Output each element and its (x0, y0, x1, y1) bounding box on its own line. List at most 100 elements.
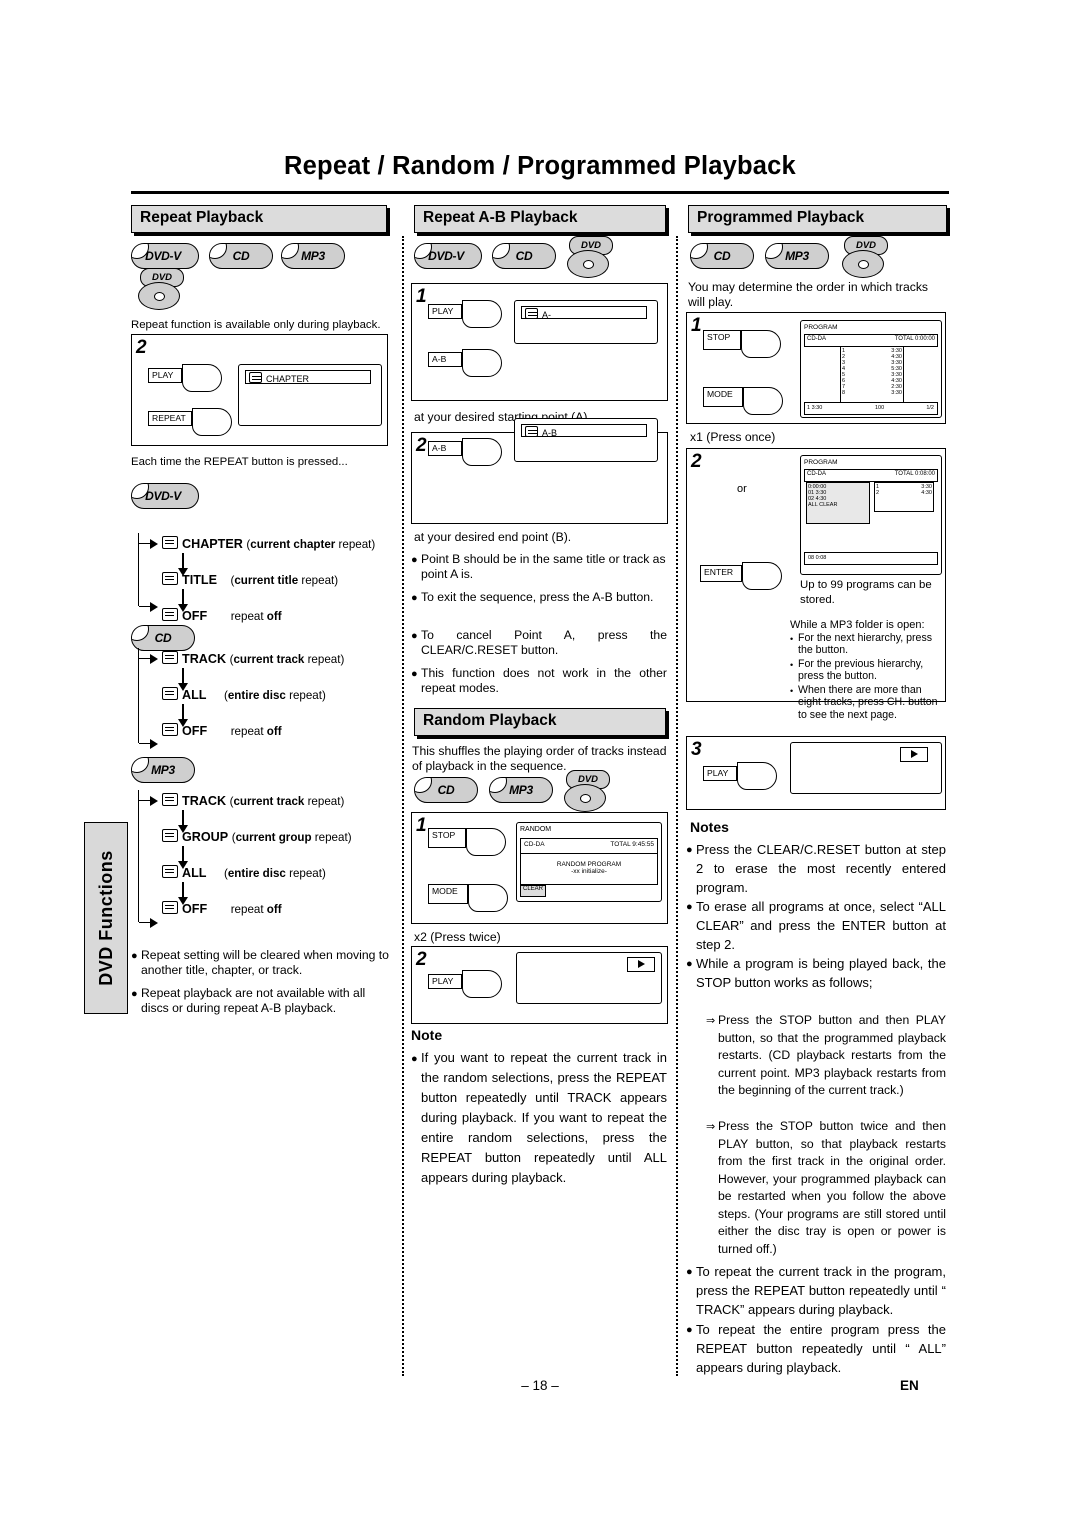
random-disc-cd: CD (414, 777, 478, 803)
key-mode-prog[interactable]: MODE (703, 387, 743, 407)
prog-note-2: ● To erase all programs at once, select “… (686, 899, 946, 952)
repeat-mp3-bracket (138, 790, 158, 928)
prog-disc-mp3: MP3 (765, 243, 829, 269)
repeat-mp3-item-group: GROUP (current group repeat) (162, 829, 352, 844)
prog-step2-number: 2 (691, 451, 702, 472)
key-play-ab[interactable]: PLAY (428, 304, 462, 319)
repeat-cd-item-off: OFF repeat off (162, 723, 282, 738)
prog-step1-number: 1 (691, 315, 702, 336)
repeat-icon (162, 536, 178, 549)
hand-icon-stop-random (466, 828, 506, 856)
prog-mp3-bullet-3: • When there are more than eight tracks, … (790, 684, 938, 721)
prog-step2-osd-title: PROGRAM (804, 459, 936, 468)
prog-notes-heading: Notes (690, 819, 729, 835)
key-enter-prog[interactable]: ENTER (700, 565, 742, 582)
hand-icon-ab (462, 349, 502, 377)
repeat-mp3-item-all: ALL (entire disc repeat) (162, 865, 326, 880)
osd-ab: A-B (521, 424, 647, 438)
random-step1-caption: x2 (Press twice) (414, 930, 501, 944)
prog-step1-osd-footer: 1 3:30 100 1/2 (804, 402, 938, 415)
group-disc-dvdv: DVD-V (131, 483, 199, 509)
ab-step2-caption: at your desired end point (B). (414, 530, 572, 544)
repeat-mp3-item-track: TRACK (current track repeat) (162, 793, 344, 808)
hand-icon-stop-prog (741, 330, 781, 358)
prog-step2-osd-menu[interactable]: 0:00:00 01 3:30 02 4:30 ALL CLEAR (806, 482, 870, 524)
ab-disc-cd: CD (492, 243, 556, 269)
prog-step2-caption: Up to 99 programs can be stored. (800, 579, 932, 606)
hand-icon-mode-prog (743, 387, 783, 415)
prog-mp3-bullet-2: • For the previous hierarchy, press the b… (790, 658, 924, 683)
arrow-down-4 (178, 704, 188, 727)
random-note-heading: Note (411, 1027, 443, 1043)
key-play-random[interactable]: PLAY (428, 974, 462, 989)
hand-icon-play (182, 364, 222, 392)
repeat-cd-item-all: ALL (entire disc repeat) (162, 687, 326, 702)
ab-bullet-4: ● This function does not work in the othe… (411, 666, 667, 695)
disc-badge-cd: CD (209, 243, 273, 269)
hand-icon-ab-play (462, 300, 502, 328)
repeat-icon (162, 901, 178, 914)
prog-note-5: ⇒ Press the STOP button twice and then PL… (706, 1119, 946, 1256)
random-osd-body: RANDOM PROGRAM -xx initialize- (520, 853, 658, 885)
disc-badge-mp3: MP3 (281, 243, 345, 269)
repeat-intro-text: Repeat function is available only during… (131, 319, 381, 331)
hand-icon-repeat (192, 408, 232, 436)
prog-step1-caption: x1 (Press once) (690, 430, 776, 444)
repeat-mp3-item-off: OFF repeat off (162, 901, 282, 916)
prog-note-7: ● To repeat the entire program press the … (686, 1322, 946, 1375)
prog-disc-cd: CD (690, 243, 754, 269)
repeat-icon (162, 865, 178, 878)
arrow-down-2 (178, 589, 188, 612)
repeat-icon (162, 651, 178, 664)
page-number: – 18 – (521, 1378, 559, 1393)
key-stop-random[interactable]: STOP (428, 828, 466, 848)
random-note-text: ● If you want to repeat the current track… (411, 1050, 667, 1185)
prog-step2-osd-list: 1 3:30 2 4:30 (874, 482, 934, 512)
prog-step1-osd-list: 1 3:30 2 4:30 3 3:30 4 5:30 5 3:30 6 4:30 7 2:3… (840, 346, 904, 405)
repeat-dvdv-item-title: TITLE (current title repeat) (162, 572, 338, 587)
language-code: EN (900, 1378, 919, 1393)
disc-badge-dvdv: DVD-V (131, 243, 199, 269)
key-mode-random[interactable]: MODE (428, 884, 468, 904)
repeat-icon (162, 793, 178, 806)
prog-note-3: ● While a program is being played back, t… (686, 956, 946, 990)
prog-step2-osd-footer: 08 0:08 (804, 552, 938, 565)
prog-note-1: ● Press the CLEAR/C.RESET button at step … (686, 842, 946, 895)
key-ab[interactable]: A-B (428, 352, 462, 367)
group-disc-cd: CD (131, 625, 195, 651)
key-stop-prog[interactable]: STOP (703, 330, 741, 350)
prog-mp3-heading: While a MP3 folder is open: (790, 619, 925, 631)
ab-bullet-3: ● To cancel Point A, press the CLEAR/C.RE… (411, 628, 667, 657)
random-osd-bar: CD-DA TOTAL 9:45:55 (520, 838, 658, 854)
hand-icon-ab-2 (462, 438, 502, 466)
ab-bullet-2: ● To exit the sequence, press the A-B but… (411, 590, 654, 604)
repeat-cd-bracket (138, 648, 158, 749)
random-step2-play-indicator (627, 957, 655, 972)
random-disc-mp3: MP3 (489, 777, 553, 803)
column-separator-2 (676, 236, 678, 1376)
disc-badge-dvd: DVD (136, 268, 190, 312)
random-step1-number: 1 (416, 815, 427, 836)
title-rule (131, 191, 949, 194)
repeat-icon (162, 687, 178, 700)
random-disc-dvd: DVD (562, 770, 616, 814)
hand-icon-mode-random (468, 884, 508, 912)
repeat-step1-caption: Each time the REPEAT button is pressed..… (131, 456, 348, 468)
key-repeat[interactable]: REPEAT (148, 411, 192, 426)
side-tab: DVD Functions (84, 822, 128, 1014)
random-osd-badge: CLEAR (520, 885, 546, 897)
column-separator-1 (402, 236, 404, 1376)
key-play[interactable]: PLAY (148, 368, 182, 383)
section-header-repeat-ab: Repeat A-B Playback (414, 205, 666, 233)
osd-chapter: CHAPTER (245, 370, 371, 384)
random-step2-number: 2 (416, 949, 427, 970)
key-play-prog[interactable]: PLAY (703, 766, 737, 781)
prog-note-6: ● To repeat the current track in the prog… (686, 1264, 946, 1317)
section-header-random: Random Playback (414, 708, 666, 736)
arrow-down-7 (178, 882, 188, 905)
key-ab-2[interactable]: A-B (428, 441, 462, 456)
repeat-bullet-2: ● Repeat playback are not available with … (131, 986, 366, 1015)
repeat-icon (162, 723, 178, 736)
repeat-dvdv-item-chapter: CHAPTER (current chapter repeat) (162, 536, 375, 551)
arrow-down-5 (178, 810, 188, 833)
